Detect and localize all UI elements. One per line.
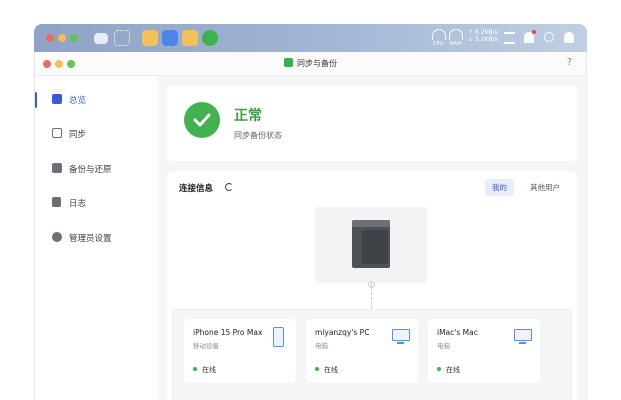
device-name: iPhone 15 Pro Max xyxy=(193,328,263,337)
online-dot-icon xyxy=(437,367,441,371)
desktop-minimize-dot[interactable] xyxy=(58,34,66,42)
backup-icon xyxy=(52,163,62,173)
help-button[interactable]: ? xyxy=(567,57,572,68)
monitor-icon xyxy=(514,329,532,344)
sidebar-item-label: 同步 xyxy=(69,130,87,140)
sidebar-item-label: 日志 xyxy=(69,199,87,209)
log-icon xyxy=(52,197,61,207)
sidebar-item-backup-restore[interactable]: 备份与还原 xyxy=(35,157,159,181)
device-name: iMac's Mac xyxy=(437,328,478,337)
tab-mine[interactable]: 我的 xyxy=(485,179,514,196)
sidebar-item-admin-settings[interactable]: 管理员设置 xyxy=(35,226,159,250)
cpu-gauge-icon xyxy=(432,29,446,40)
nas-icon xyxy=(352,220,390,268)
monitor-icon xyxy=(392,329,410,344)
window-titlebar: 同步与备份 ? xyxy=(35,52,586,76)
ram-label: RAM xyxy=(450,41,462,47)
phone-icon xyxy=(273,327,284,347)
device-name: miyanzqy's PC xyxy=(315,328,370,337)
status-title: 正常 xyxy=(234,108,262,124)
gear-icon xyxy=(52,232,62,242)
device-type: 电脑 xyxy=(315,342,328,350)
device-type: 移动设备 xyxy=(193,342,219,350)
download-speed: ↓ 3.2KB/s xyxy=(468,36,498,43)
desktop-zoom-dot[interactable] xyxy=(70,34,78,42)
sidebar: 总览 同步 备份与还原 日志 管理员设置 xyxy=(35,76,159,400)
desktop-icon[interactable] xyxy=(94,33,108,44)
desktop-top-bar: CPU RAM ↑ 6.2KB/s ↓ 3.2KB/s xyxy=(34,24,587,52)
connection-info-card: 连接信息 我的 其他用户 iPhone 15 Pro Max 移动设备 在线 m… xyxy=(167,171,577,400)
notification-badge xyxy=(532,30,536,34)
connector-line xyxy=(371,283,372,309)
device-status-text: 在线 xyxy=(324,366,338,374)
nas-device-image xyxy=(315,207,427,283)
task-list-icon[interactable] xyxy=(504,32,515,44)
device-status: 在线 xyxy=(315,365,338,375)
window-title-text: 同步与备份 xyxy=(297,59,337,68)
apps-grid-icon[interactable] xyxy=(114,30,130,46)
status-card: 正常 同步备份状态 xyxy=(167,86,577,161)
ram-gauge-icon xyxy=(449,29,463,40)
sidebar-item-sync[interactable]: 同步 xyxy=(35,122,159,146)
overview-icon xyxy=(52,94,62,104)
desktop-close-dot[interactable] xyxy=(46,34,54,42)
sync-icon xyxy=(52,128,62,138)
network-speed: ↑ 6.2KB/s ↓ 3.2KB/s xyxy=(468,29,498,43)
device-status: 在线 xyxy=(193,365,216,375)
sidebar-item-label: 总览 xyxy=(69,96,87,106)
photos-icon[interactable] xyxy=(162,30,178,46)
sync-app-icon[interactable] xyxy=(202,30,218,46)
file-station-icon[interactable] xyxy=(142,30,158,46)
sidebar-item-label: 管理员设置 xyxy=(69,234,112,244)
sidebar-item-overview[interactable]: 总览 xyxy=(35,88,159,112)
status-check-icon xyxy=(184,102,220,138)
sidebar-item-log[interactable]: 日志 xyxy=(35,191,159,215)
nas-top-panel xyxy=(352,220,390,227)
sync-backup-window: 同步与备份 ? 总览 同步 备份与还原 日志 管理员设置 正常 同步备份状态 连… xyxy=(34,52,588,400)
main-content: 正常 同步备份状态 连接信息 我的 其他用户 iPhone 15 Pro Max… xyxy=(160,76,588,400)
sync-app-title-icon xyxy=(284,58,293,67)
device-status-text: 在线 xyxy=(446,366,460,374)
online-dot-icon xyxy=(193,367,197,371)
connection-info-title: 连接信息 xyxy=(179,184,214,194)
device-card-imac[interactable]: iMac's Mac 电脑 在线 xyxy=(428,319,540,383)
device-card-iphone[interactable]: iPhone 15 Pro Max 移动设备 在线 xyxy=(184,319,296,383)
refresh-icon[interactable] xyxy=(225,183,233,191)
device-card-pc[interactable]: miyanzqy's PC 电脑 在线 xyxy=(306,319,418,383)
cpu-label: CPU xyxy=(433,41,444,47)
upload-speed: ↑ 6.2KB/s xyxy=(468,29,498,36)
device-status-text: 在线 xyxy=(202,366,216,374)
device-list: iPhone 15 Pro Max 移动设备 在线 miyanzqy's PC … xyxy=(172,309,572,400)
search-icon[interactable] xyxy=(544,32,554,42)
nas-front-panel xyxy=(362,230,388,264)
status-subtitle: 同步备份状态 xyxy=(234,131,282,140)
sidebar-item-label: 备份与还原 xyxy=(69,165,112,175)
online-dot-icon xyxy=(315,367,319,371)
tab-other-users[interactable]: 其他用户 xyxy=(523,179,567,196)
user-icon[interactable] xyxy=(564,32,574,43)
device-type: 电脑 xyxy=(437,342,450,350)
folder-icon[interactable] xyxy=(182,30,198,46)
device-status: 在线 xyxy=(437,365,460,375)
window-title: 同步与备份 xyxy=(35,58,586,69)
